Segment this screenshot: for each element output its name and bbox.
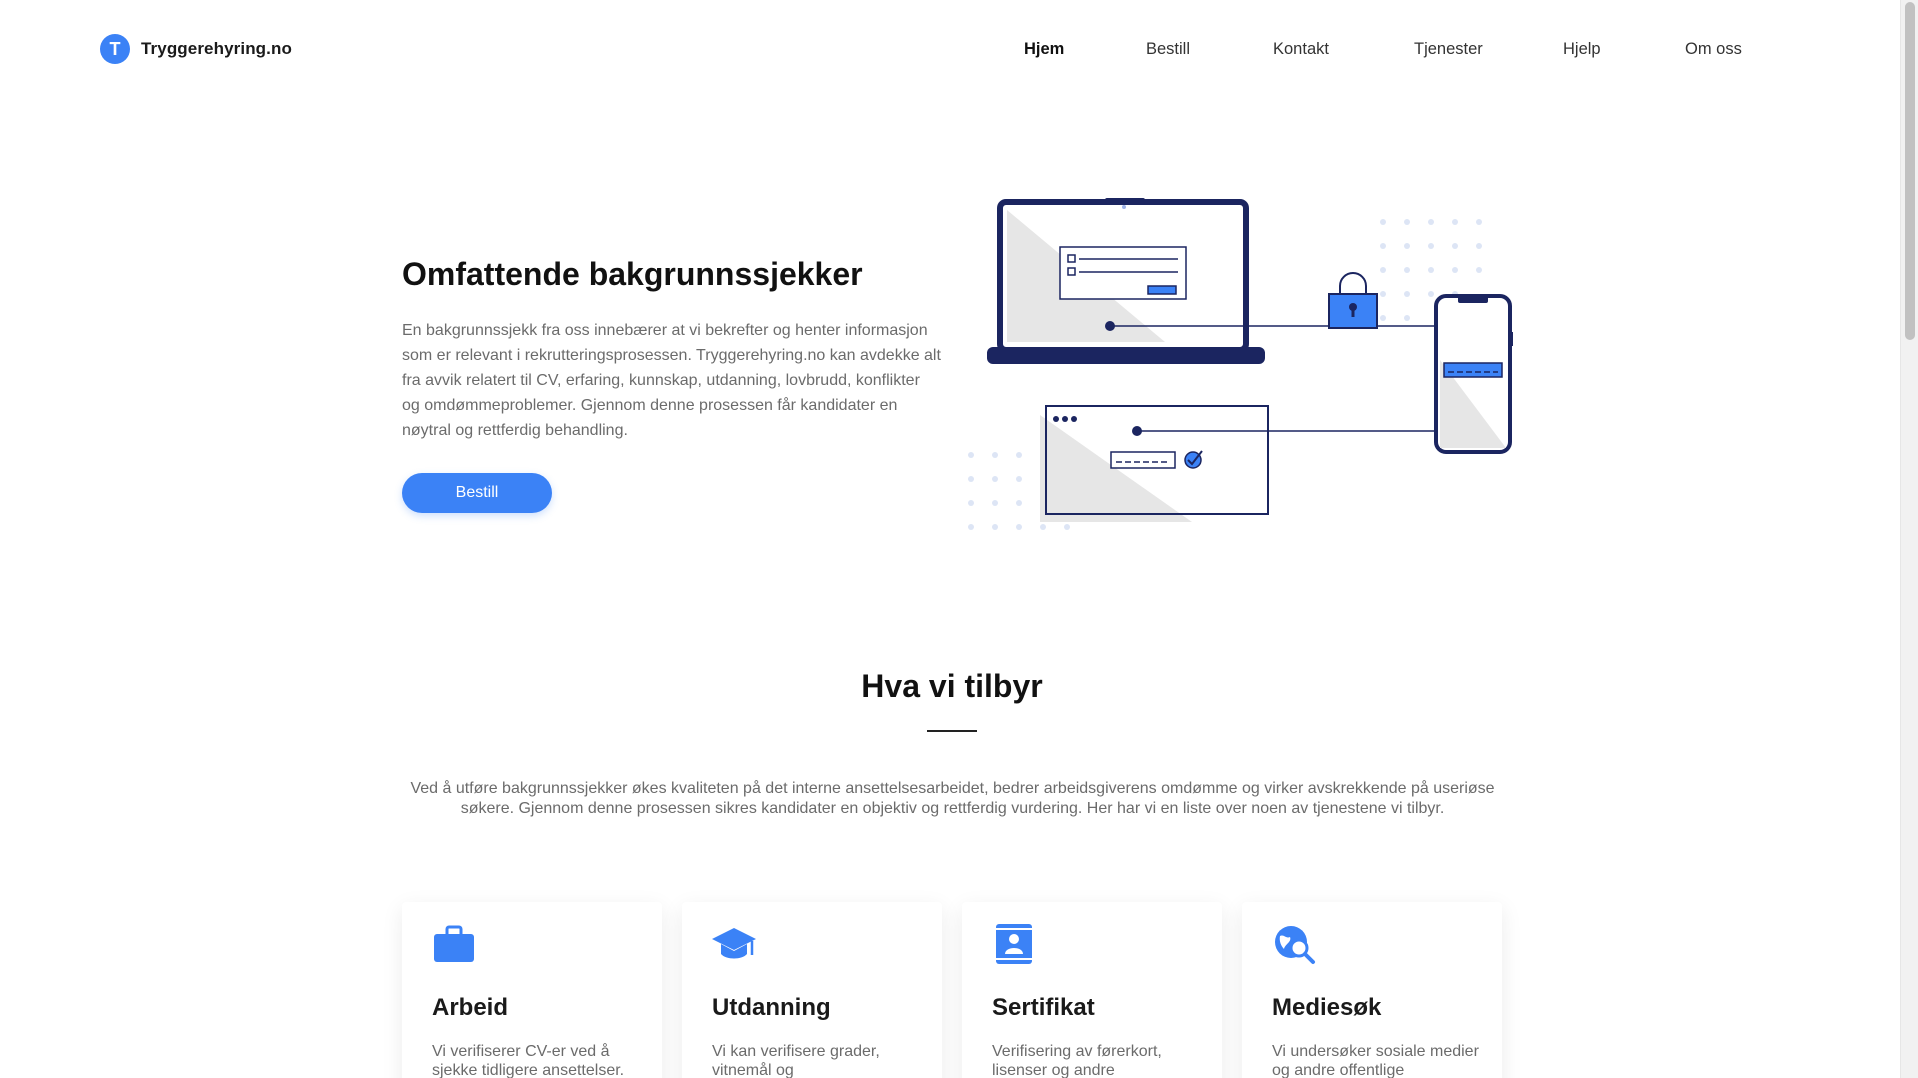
- phone-icon: [1434, 294, 1513, 454]
- briefcase-icon: [434, 925, 474, 962]
- nav-item-kontakt[interactable]: Kontakt: [1273, 40, 1329, 59]
- offer-title: Hva vi tilbyr: [861, 668, 1043, 704]
- browser-window-icon: [1040, 405, 1269, 522]
- site-header: T Tryggerehyring.no Hjem Bestill Kontakt…: [0, 0, 1900, 100]
- nav-item-hjelp[interactable]: Hjelp: [1563, 40, 1601, 59]
- card-title: Utdanning: [712, 994, 831, 1021]
- laptop-icon: [987, 198, 1265, 364]
- card-title: Sertifikat: [992, 994, 1095, 1021]
- service-card-arbeid[interactable]: Arbeid Vi verifiserer CV-er ved å sjekke…: [402, 902, 662, 1078]
- card-text: Vi kan verifisere grader, vitnemål og: [712, 1043, 880, 1078]
- order-button[interactable]: Bestill: [402, 473, 552, 513]
- card-text: Vi verifiserer CV-er ved å sjekke tidlig…: [432, 1043, 625, 1078]
- card-text: Verifisering av førerkort, lisenser og a…: [992, 1043, 1162, 1078]
- hero-title: Omfattende bakgrunnssjekker: [402, 256, 863, 292]
- nav-item-hjem[interactable]: Hjem: [1024, 40, 1064, 59]
- page-scrollbar[interactable]: [1900, 0, 1918, 1078]
- card-text: Vi undersøker sosiale medier og andre of…: [1272, 1043, 1479, 1078]
- scrollbar-thumb[interactable]: [1905, 2, 1915, 340]
- nav-item-om-oss[interactable]: Om oss: [1685, 40, 1742, 59]
- globe-search-icon: [1275, 926, 1315, 964]
- hero-description: En bakgrunnssjekk fra oss innebærer at v…: [402, 322, 941, 439]
- padlock-icon: [1328, 272, 1378, 329]
- offer-description: Ved å utføre bakgrunnssjekker økes kvali…: [410, 780, 1495, 817]
- service-card-utdanning[interactable]: Utdanning Vi kan verifisere grader, vitn…: [682, 902, 942, 1078]
- service-card-sertifikat[interactable]: Sertifikat Verifisering av førerkort, li…: [962, 902, 1222, 1078]
- id-card-icon: [996, 924, 1032, 964]
- service-card-mediesok[interactable]: Mediesøk Vi undersøker sosiale medier og…: [1242, 902, 1502, 1078]
- main-nav: Hjem Bestill Kontakt Tjenester Hjelp Om …: [0, 40, 1900, 62]
- nav-item-bestill[interactable]: Bestill: [1146, 40, 1190, 59]
- graduation-cap-icon: [712, 928, 756, 959]
- card-title: Mediesøk: [1272, 994, 1382, 1021]
- section-divider: [927, 730, 977, 732]
- card-title: Arbeid: [432, 994, 509, 1021]
- nav-item-tjenester[interactable]: Tjenester: [1414, 40, 1483, 59]
- hero-illustration: [968, 198, 1513, 530]
